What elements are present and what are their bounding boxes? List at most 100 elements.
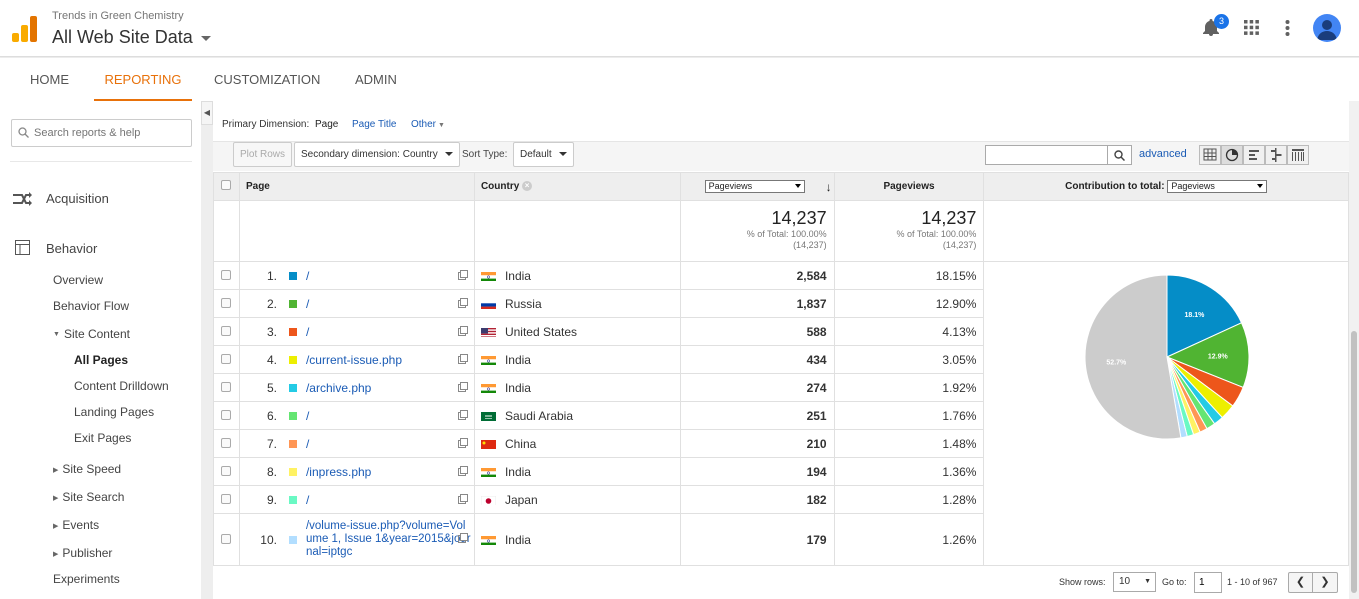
column-header-country[interactable]: Country × [473,172,681,201]
tab-reporting[interactable]: REPORTING [94,58,192,101]
view-performance-button[interactable] [1243,145,1265,165]
page-link[interactable]: / [306,409,309,423]
external-link-icon[interactable] [457,298,468,308]
account-name[interactable]: Trends in Green Chemistry [52,10,184,22]
sidebar-item-experiments[interactable]: Experiments [53,572,120,586]
collapse-sidebar-button[interactable]: ◀ [201,101,213,125]
country-name[interactable]: India [505,269,531,283]
country-name[interactable]: Japan [505,493,538,507]
country-name[interactable]: United States [505,325,577,339]
contribution-select-value: Pageviews [1171,181,1215,191]
external-link-icon[interactable] [457,354,468,364]
next-page-button[interactable]: ❯ [1313,572,1338,593]
sidebar-item-behavior-flow[interactable]: Behavior Flow [53,299,129,313]
external-link-icon[interactable] [457,410,468,420]
avatar[interactable] [1313,14,1341,42]
sidebar-item-all-pages[interactable]: All Pages [74,353,128,367]
country-name[interactable]: India [505,533,531,547]
india-flag-icon [480,383,496,394]
select-all-checkbox[interactable] [221,180,232,190]
column-header-page[interactable]: Page [238,172,475,201]
sidebar-item-publisher[interactable]: ▶ Publisher [53,546,112,560]
scrollbar-track[interactable] [1349,101,1359,599]
row-checkbox[interactable] [221,381,232,392]
advanced-filter-link[interactable]: advanced [1139,148,1187,160]
view-pivot-button[interactable] [1287,145,1309,165]
apps-grid-icon[interactable] [1244,20,1259,35]
page-link[interactable]: / [306,493,309,507]
view-table-button[interactable] [1199,145,1221,165]
dimension-page-title[interactable]: Page Title [352,119,396,130]
sidebar-item-label: Site Content [63,327,130,341]
country-name[interactable]: India [505,381,531,395]
tab-customization[interactable]: CUSTOMIZATION [200,58,334,101]
row-checkbox[interactable] [221,493,232,504]
column-header-pageviews[interactable]: Pageviews [833,172,985,201]
search-input[interactable] [11,119,192,147]
page-link[interactable]: / [306,269,309,283]
secondary-dimension-select[interactable]: Secondary dimension: Country [294,142,460,167]
sort-desc-icon[interactable]: ↓ [826,180,832,194]
external-link-icon[interactable] [457,270,468,280]
sidebar-item-events[interactable]: ▶ Events [53,518,99,532]
external-link-icon[interactable] [457,438,468,448]
sidebar-item-landing-pages[interactable]: Landing Pages [74,405,154,419]
row-checkbox[interactable] [221,409,232,420]
view-comparison-button[interactable] [1265,145,1287,165]
view-percentage-button[interactable] [1221,145,1243,165]
filter-search-button[interactable] [1108,145,1132,165]
external-link-icon[interactable] [457,326,468,336]
sidebar-item-behavior[interactable]: Behavior [46,241,97,256]
row-checkbox[interactable] [221,325,232,336]
page-link[interactable]: /volume-issue.php?volume=Volume 1, Issue… [306,520,471,559]
row-checkbox[interactable] [221,269,232,280]
property-selector[interactable]: All Web Site Data [52,27,211,48]
sort-type-select[interactable]: Default [513,142,574,167]
filter-input[interactable] [985,145,1108,165]
row-checkbox[interactable] [221,353,232,364]
sidebar-item-acquisition[interactable]: Acquisition [46,191,109,206]
dimension-other[interactable]: Other ▼ [411,119,445,130]
scrollbar-thumb[interactable] [1351,331,1357,593]
pie-slice[interactable] [1085,275,1182,439]
external-link-icon[interactable] [457,466,468,476]
metric-select[interactable]: Pageviews [704,180,805,193]
plot-rows-button[interactable]: Plot Rows [233,142,293,167]
japan-flag-icon [480,495,496,506]
page-link[interactable]: /current-issue.php [306,353,402,367]
tab-admin[interactable]: ADMIN [341,58,411,101]
sidebar-item-overview[interactable]: Overview [53,273,103,287]
page-link[interactable]: /inpress.php [306,465,371,479]
contribution-select[interactable]: Pageviews [1167,180,1268,193]
external-link-icon[interactable] [457,494,468,504]
analytics-logo-icon[interactable] [12,16,38,42]
prev-page-button[interactable]: ❮ [1288,572,1313,593]
goto-input[interactable] [1194,572,1222,593]
page-link[interactable]: /archive.php [306,381,371,395]
page-link[interactable]: / [306,297,309,311]
row-checkbox[interactable] [221,465,232,476]
country-name[interactable]: Russia [505,297,542,311]
sidebar-item-site-speed[interactable]: ▶ Site Speed [53,462,121,476]
country-name[interactable]: India [505,353,531,367]
external-link-icon[interactable] [457,382,468,392]
sidebar-item-content-drilldown[interactable]: Content Drilldown [74,379,169,393]
show-rows-select[interactable]: 10 ▼ [1113,572,1156,592]
tab-home[interactable]: HOME [16,58,83,101]
country-name[interactable]: Saudi Arabia [505,409,573,423]
row-checkbox[interactable] [221,297,232,308]
country-name[interactable]: India [505,465,531,479]
more-vert-icon[interactable] [1285,20,1290,36]
dimension-page[interactable]: Page [315,119,338,130]
page-link[interactable]: / [306,437,309,451]
page-link[interactable]: / [306,325,309,339]
sidebar-item-exit-pages[interactable]: Exit Pages [74,431,131,445]
country-name[interactable]: China [505,437,536,451]
sidebar-item-site-content[interactable]: ▼ Site Content [53,327,130,341]
external-link-icon[interactable] [457,533,468,543]
row-checkbox[interactable] [221,533,232,544]
row-checkbox[interactable] [221,437,232,448]
remove-dimension-icon[interactable]: × [522,181,533,192]
caret-down-icon: ▼ [53,331,60,339]
sidebar-item-site-search[interactable]: ▶ Site Search [53,490,124,504]
